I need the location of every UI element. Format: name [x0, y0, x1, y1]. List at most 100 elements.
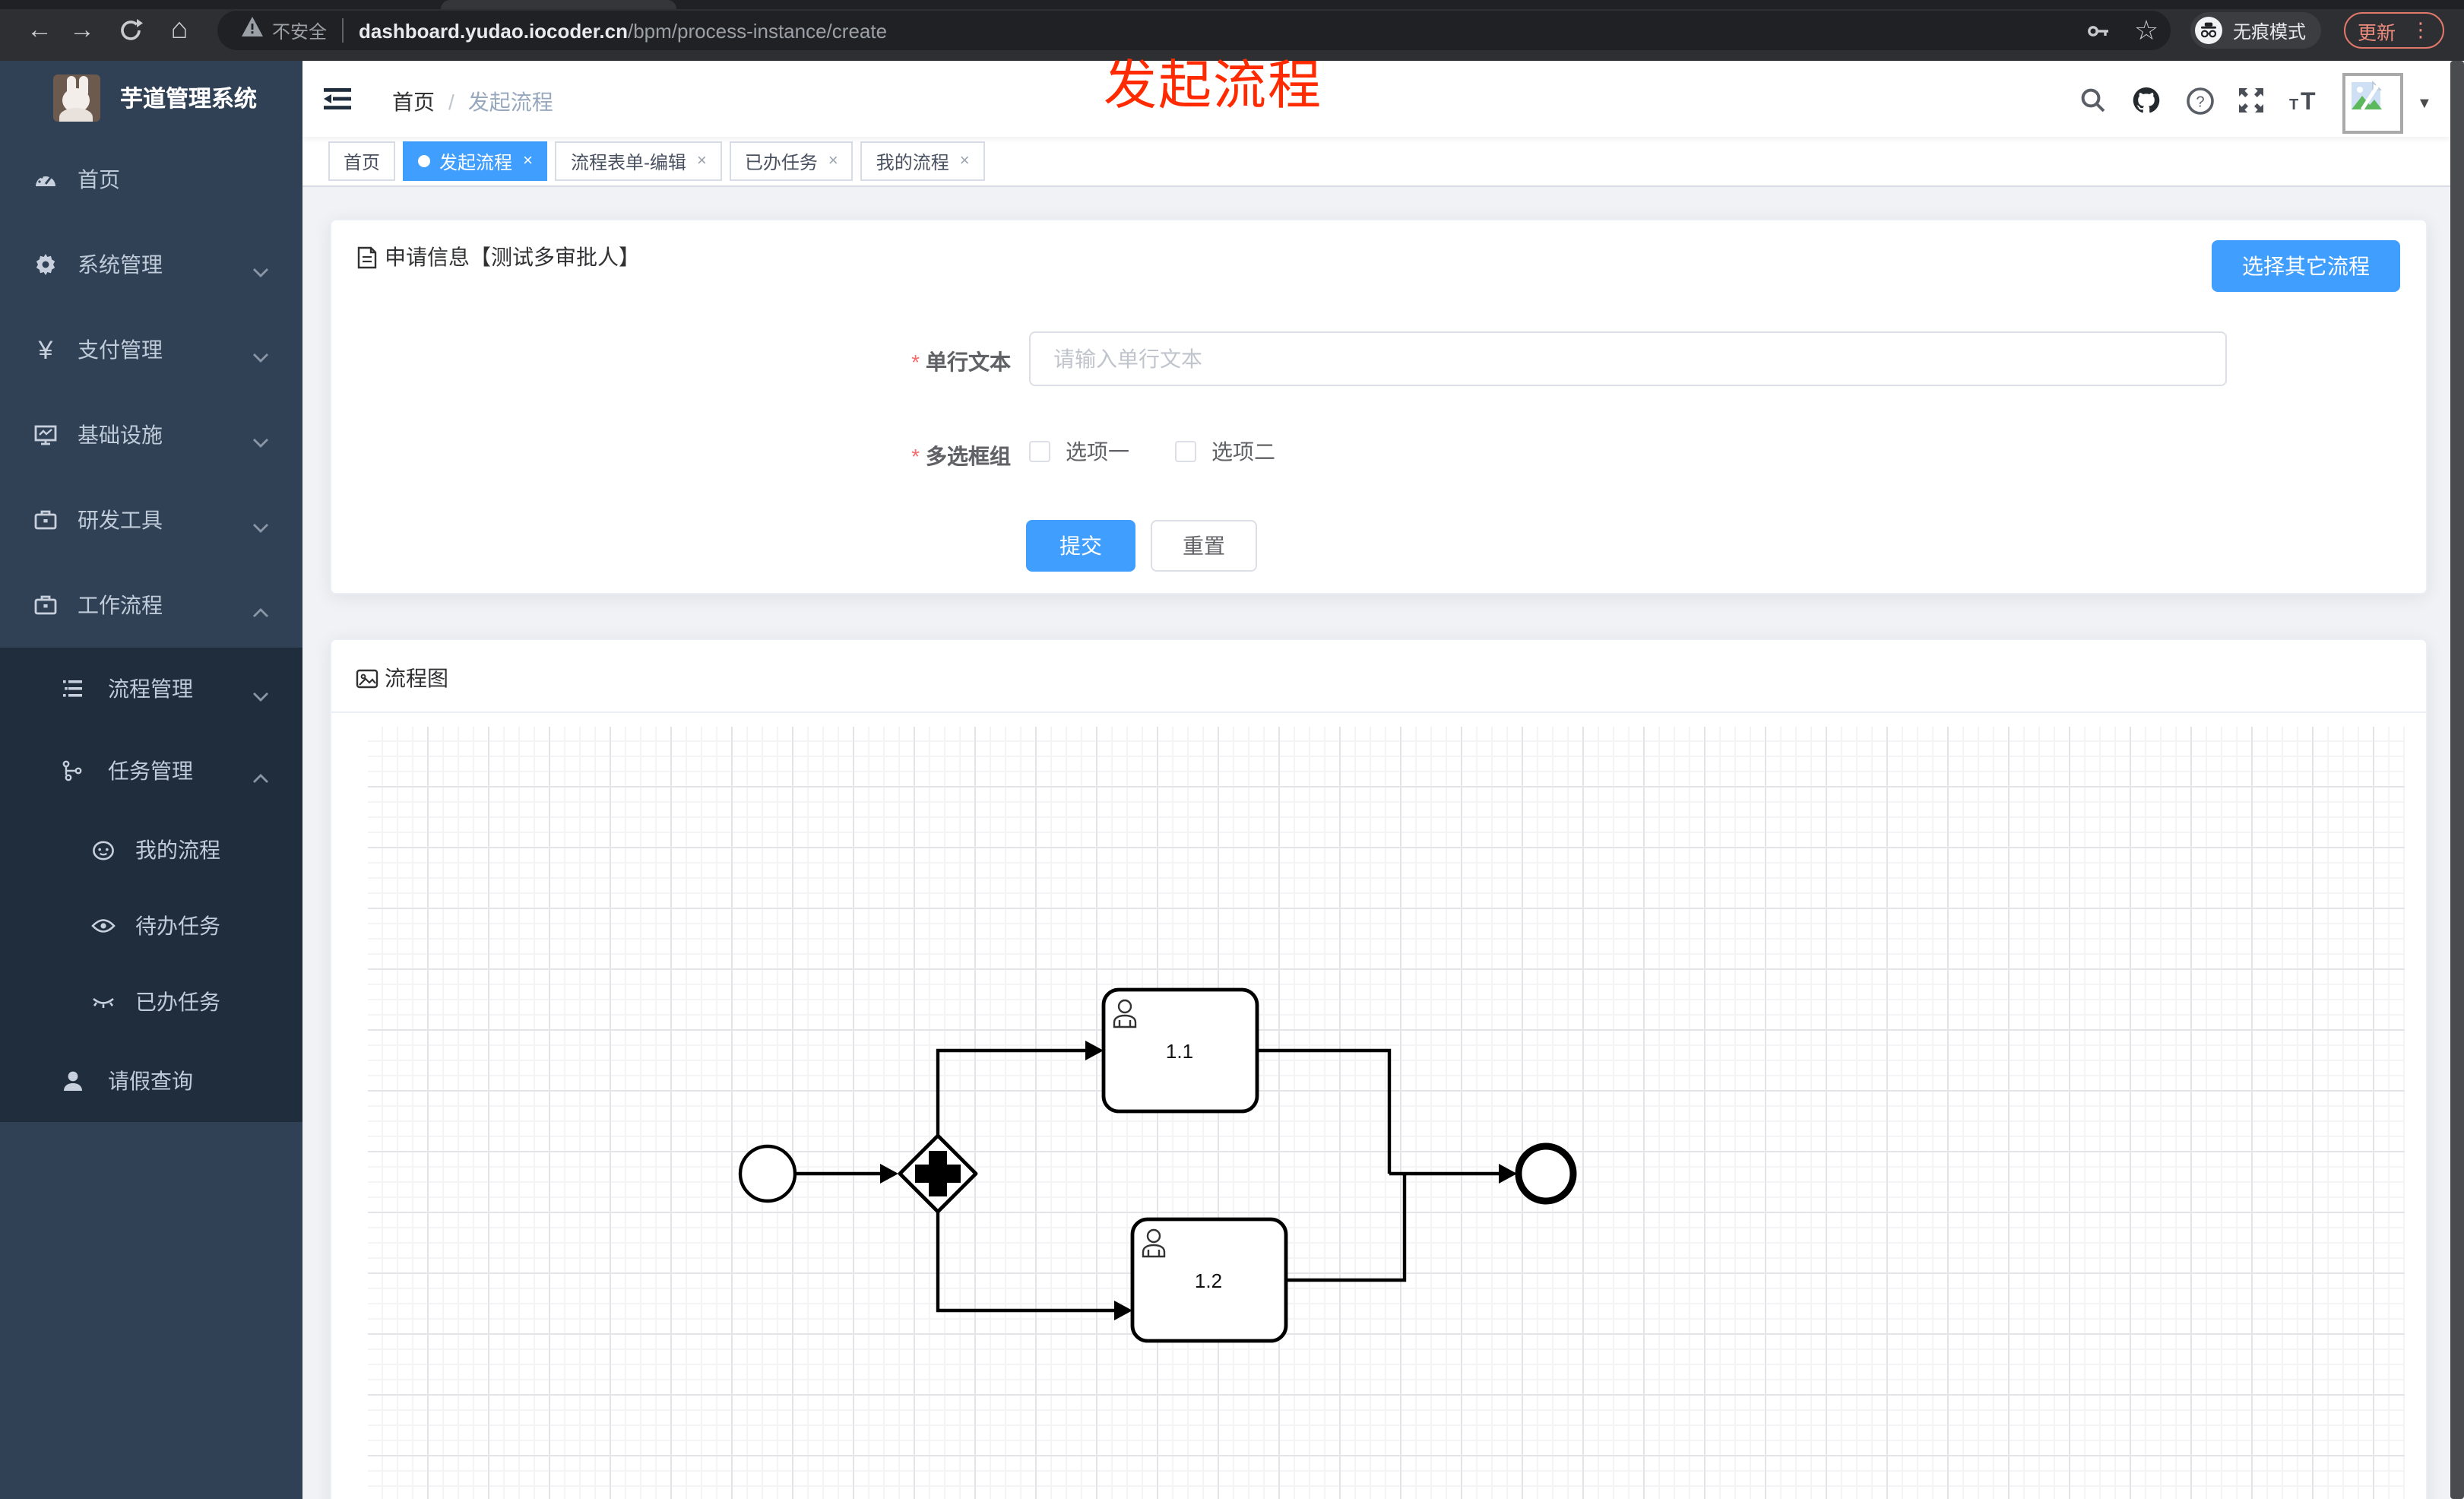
arrowhead — [1085, 1041, 1104, 1060]
annotation-start-process: 发起流程 — [1104, 56, 1323, 116]
active-dot — [418, 155, 431, 167]
sidebar-item-label: 任务管理 — [108, 759, 193, 783]
dashboard-icon — [33, 167, 58, 192]
sidebar-item-workflow[interactable]: 工作流程 — [0, 563, 302, 648]
font-size-icon[interactable]: TT — [2285, 81, 2324, 120]
sidebar-item-label: 待办任务 — [135, 914, 220, 938]
single-line-input[interactable] — [1029, 331, 2227, 386]
bpmn-parallel-gateway[interactable] — [898, 1133, 978, 1214]
view-tab-start-process[interactable]: 发起流程 × — [403, 141, 548, 181]
document-icon — [356, 246, 378, 268]
required-asterisk: * — [911, 350, 920, 374]
checkbox-label: 选项一 — [1066, 439, 1129, 464]
tab-label: 发起流程 — [439, 151, 513, 173]
required-asterisk: * — [911, 444, 920, 468]
close-icon[interactable]: × — [960, 152, 970, 170]
arrowhead — [1114, 1301, 1132, 1320]
screenshot-root: ← → ⌂ 不安全 dashboard.yudao.iocoder.cn/bpm… — [0, 0, 2464, 1499]
reset-button[interactable]: 重置 — [1151, 520, 1257, 572]
view-tab-done-tasks[interactable]: 已办任务 × — [729, 141, 854, 181]
bpmn-start-event[interactable] — [738, 1144, 797, 1203]
browser-forward-icon[interactable]: → — [62, 11, 102, 50]
browser-active-tab[interactable] — [441, 0, 676, 9]
chevron-up-icon — [252, 599, 269, 623]
sidebar-logo-row[interactable]: 芋道管理系统 — [0, 61, 302, 134]
sidebar-item-todo-tasks[interactable]: 待办任务 — [0, 888, 302, 964]
chevron-down-icon — [252, 429, 269, 453]
chevron-down-icon — [252, 514, 269, 538]
yen-icon: ¥ — [38, 335, 53, 364]
checkbox-icon[interactable] — [1175, 441, 1196, 462]
sidebar-item-infrastructure[interactable]: 基础设施 — [0, 392, 302, 477]
sidebar-item-leave-query[interactable]: 请假查询 — [0, 1040, 302, 1122]
application-info-card: 申请信息【测试多审批人】 选择其它流程 *单行文本 *多选框组 选项一 选项二 … — [330, 219, 2428, 594]
user-avatar-broken-image[interactable] — [2342, 73, 2403, 134]
breadcrumb-current: 发起流程 — [467, 90, 553, 114]
browser-home-icon[interactable]: ⌂ — [160, 11, 199, 50]
checkbox-label: 选项二 — [1211, 439, 1275, 464]
user-icon — [61, 1069, 85, 1093]
sidebar-item-done-tasks[interactable]: 已办任务 — [0, 964, 302, 1040]
sidebar-item-payment[interactable]: ¥ 支付管理 — [0, 307, 302, 392]
bpmn-end-event[interactable] — [1515, 1142, 1577, 1205]
search-icon[interactable] — [2073, 81, 2113, 120]
breadcrumb-home[interactable]: 首页 — [392, 87, 435, 117]
not-secure-warning-icon — [242, 17, 263, 44]
tab-label: 我的流程 — [876, 151, 949, 173]
gear-icon — [33, 252, 58, 277]
picture-icon — [356, 667, 378, 689]
single-line-label: * 单行文本 — [911, 350, 1011, 374]
view-tab-home[interactable]: 首页 — [328, 141, 396, 181]
sidebar-item-dev-tools[interactable]: 研发工具 — [0, 477, 302, 563]
browser-back-icon[interactable]: ← — [20, 11, 59, 50]
sidebar-item-task-management[interactable]: 任务管理 — [0, 730, 302, 812]
github-icon[interactable] — [2127, 81, 2166, 120]
bookmark-star-icon[interactable]: ☆ — [2127, 11, 2166, 50]
sidebar-collapse-icon[interactable] — [319, 81, 356, 117]
avatar-caret-icon[interactable]: ▼ — [2417, 96, 2432, 113]
flow-task11-to-end — [1257, 1048, 1392, 1174]
sidebar-item-label: 基础设施 — [78, 423, 163, 447]
sidebar-item-label: 请假查询 — [108, 1069, 193, 1093]
chevron-down-icon — [252, 683, 269, 707]
close-icon[interactable]: × — [523, 152, 533, 170]
close-icon[interactable]: × — [697, 152, 707, 170]
checkbox-icon[interactable] — [1029, 441, 1050, 462]
view-tabbar: 首页 发起流程 × 流程表单-编辑 × 已办任务 × 我的流程 × — [302, 137, 2450, 187]
tab-label: 已办任务 — [744, 151, 818, 173]
view-tab-my-process[interactable]: 我的流程 × — [860, 141, 985, 181]
help-icon[interactable]: ? — [2180, 81, 2219, 120]
svg-text:?: ? — [2195, 93, 2203, 109]
eye-closed-icon — [91, 990, 116, 1014]
browser-update-button[interactable]: 更新 ⋮ — [2344, 12, 2444, 49]
choose-other-process-button[interactable]: 选择其它流程 — [2212, 240, 2400, 292]
toolbox-icon — [33, 508, 58, 532]
tab-label: 首页 — [344, 151, 381, 173]
face-icon — [91, 838, 116, 862]
fullscreen-icon[interactable] — [2231, 81, 2271, 120]
incognito-badge: 无痕模式 — [2190, 12, 2322, 49]
checkbox-option-1[interactable]: 选项一 — [1029, 436, 1129, 467]
close-icon[interactable]: × — [828, 152, 838, 170]
browser-tabstrip — [0, 0, 2464, 9]
sidebar-item-process-management[interactable]: 流程管理 — [0, 648, 302, 730]
submit-button[interactable]: 提交 — [1026, 520, 1135, 572]
sidebar-item-system[interactable]: 系统管理 — [0, 222, 302, 307]
chevron-up-icon — [252, 765, 269, 789]
password-key-icon[interactable] — [2078, 11, 2117, 50]
checkbox-option-2[interactable]: 选项二 — [1175, 436, 1275, 467]
kebab-menu-icon[interactable]: ⋮ — [2411, 18, 2431, 43]
page-scrollbar[interactable] — [2450, 61, 2464, 1499]
bpmn-canvas[interactable]: 1.1 1.2 — [368, 727, 2405, 1499]
bpmn-user-task-1-1[interactable]: 1.1 — [1101, 987, 1259, 1114]
sidebar-item-my-process[interactable]: 我的流程 — [0, 812, 302, 888]
view-tab-form-edit[interactable]: 流程表单-编辑 × — [555, 141, 722, 181]
sidebar-item-home[interactable]: 首页 — [0, 137, 302, 222]
browser-reload-icon[interactable] — [111, 11, 150, 50]
chevron-down-icon — [252, 258, 269, 283]
bpmn-user-task-1-2[interactable]: 1.2 — [1130, 1217, 1288, 1343]
app-logo — [53, 74, 100, 121]
svg-text:T: T — [2301, 87, 2316, 114]
task-label: 1.2 — [1195, 1269, 1222, 1292]
card-title: 申请信息【测试多审批人】 — [385, 245, 640, 269]
